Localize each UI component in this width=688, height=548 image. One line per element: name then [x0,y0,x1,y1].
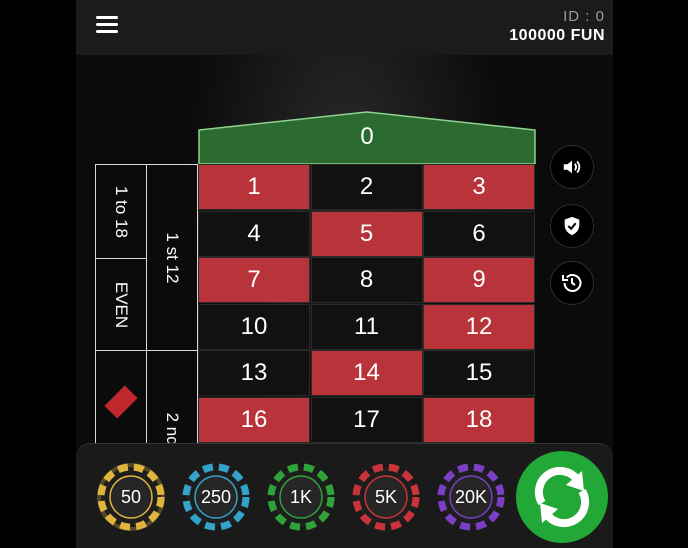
shield-check-icon [564,216,580,236]
history-icon [562,274,582,292]
chip-label: 250 [200,486,232,507]
number-cell-7[interactable]: 7 [198,257,310,303]
number-cell-13[interactable]: 13 [198,350,310,396]
outside-bets: 1 to 18 EVEN 1 st 12 2 nd 12 [95,164,198,500]
number-cell-4[interactable]: 4 [198,210,310,257]
number-label: 4 [247,219,261,247]
number-label: 9 [472,266,486,293]
number-label: 2 [359,173,374,200]
number-label: 15 [465,359,493,386]
red-diamond-icon [104,385,138,419]
number-cell-6[interactable]: 6 [423,210,535,257]
top-bar: ID : 0 100000 FUN [76,0,613,55]
number-label: 5 [359,219,374,247]
bet-red[interactable] [95,350,147,454]
spin-arrows-icon [534,466,590,528]
chip-label: 20K [454,486,488,507]
spin-button[interactable] [516,451,608,543]
number-cell-17[interactable]: 17 [310,396,423,443]
fairness-button[interactable] [550,204,594,248]
user-id: ID : 0 [563,8,605,25]
number-cell-12[interactable]: 12 [423,303,535,350]
bet-1-to-18[interactable]: 1 to 18 [95,164,147,259]
number-label: 18 [465,405,493,433]
number-cell-2[interactable]: 2 [310,164,423,210]
chip-250[interactable]: 250 [181,462,251,532]
bet-1st-12[interactable]: 1 st 12 [146,164,198,351]
balance: 100000 FUN [509,27,605,44]
number-label: 6 [472,219,486,247]
number-cell-15[interactable]: 15 [423,350,535,396]
chip-1k[interactable]: 1K [266,462,336,532]
sound-button[interactable] [550,145,594,189]
number-label: 12 [465,312,493,340]
number-label: 1 [247,173,261,200]
bet-1-to-18-label: 1 to 18 [112,185,131,238]
roulette-app: ID : 0 100000 FUN 0 1 2 3 4 5 6 7 8 9 10 11 12 13 14 1… [76,0,613,548]
chip-5k[interactable]: 5K [351,462,421,532]
number-cell-9[interactable]: 9 [423,257,535,303]
zero-cell[interactable]: 0 [198,110,536,164]
number-label: 13 [240,359,268,386]
number-cell-1[interactable]: 1 [198,164,310,210]
hamburger-menu-icon[interactable] [96,16,118,36]
bet-even-label: EVEN [112,281,131,328]
sound-icon [563,160,581,174]
number-label: 14 [353,359,380,386]
number-label: 3 [472,173,486,200]
number-label: 10 [240,312,268,340]
number-label: 7 [247,266,261,293]
chip-label: 50 [120,486,142,507]
bet-even[interactable]: EVEN [95,258,147,351]
history-button[interactable] [550,261,594,305]
number-cell-3[interactable]: 3 [423,164,535,210]
number-cell-14[interactable]: 14 [310,350,423,396]
chip-label: 1K [289,486,313,507]
chip-bar: 50 250 1K 5K 20K [76,443,613,548]
number-label: 16 [240,405,268,433]
number-label: 8 [359,266,374,293]
number-label: 11 [354,312,379,340]
zero-label: 0 [360,123,374,150]
chip-label: 5K [374,486,398,507]
number-cell-18[interactable]: 18 [423,396,535,443]
number-cell-8[interactable]: 8 [310,257,423,303]
bet-1st-12-label: 1 st 12 [163,231,182,284]
chip-20k[interactable]: 20K [436,462,506,532]
number-cell-11[interactable]: 11 [310,303,423,350]
number-cell-5[interactable]: 5 [310,210,423,257]
chip-50[interactable]: 50 [96,462,166,532]
number-label: 17 [353,405,380,433]
number-cell-10[interactable]: 10 [198,303,310,350]
number-cell-16[interactable]: 16 [198,396,310,443]
